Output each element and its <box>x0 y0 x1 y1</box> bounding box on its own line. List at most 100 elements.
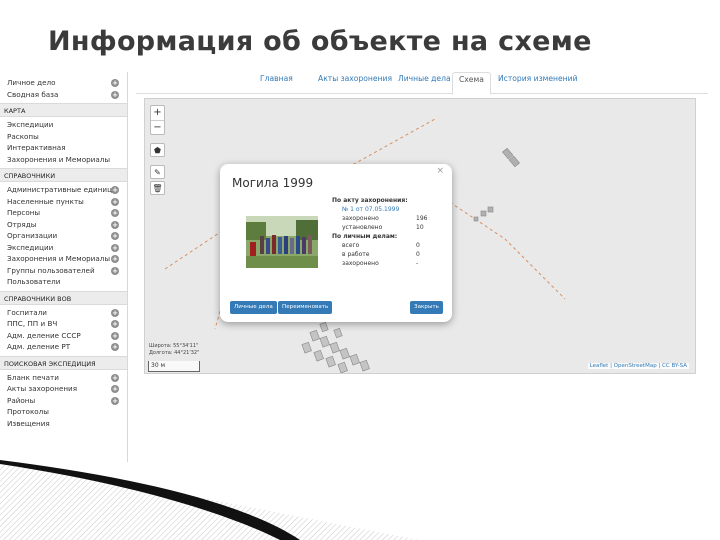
sidebar-item-burials[interactable]: Захоронения и Мемориалы <box>0 154 127 166</box>
info-label: установлено <box>342 224 383 231</box>
info-row: в работе 0 <box>332 250 444 259</box>
grave-markers <box>301 321 370 373</box>
sidebar-item-label: Административные единицы <box>7 185 118 194</box>
sidebar-item-label: Районы <box>7 395 36 405</box>
edit-icon[interactable]: ✎ <box>150 165 165 179</box>
slide-decoration <box>0 460 420 540</box>
sidebar-item-burial-acts[interactable]: Акты захоронения + <box>0 383 127 395</box>
plus-icon[interactable]: + <box>111 220 119 229</box>
close-button[interactable]: Закрыть <box>410 301 443 314</box>
grave-info: По акту захоронения: № 1 от 07.05.1999 з… <box>332 196 444 268</box>
tab-bar: Главная Акты захоронения Личные дела Схе… <box>136 72 708 95</box>
act-link[interactable]: № 1 от 07.05.1999 <box>332 205 444 214</box>
info-value: 196 <box>416 215 428 222</box>
sidebar-item-label: Бланк печати <box>7 372 59 382</box>
sidebar-item-label: Захоронения и Мемориалы <box>7 254 111 263</box>
sidebar-item-expeditions[interactable]: Экспедиции <box>0 119 127 131</box>
sidebar-item-label: Организации <box>7 231 58 240</box>
sidebar-item-label: Госпитали <box>7 307 47 317</box>
sidebar-item-label: ППС, ПП и ВЧ <box>7 319 58 328</box>
sidebar-item-protocols[interactable]: Протоколы <box>0 406 127 418</box>
sidebar-item-users[interactable]: Пользователи <box>0 276 127 288</box>
sidebar-item-interactive[interactable]: Интерактивная <box>0 142 127 154</box>
info-value: 0 <box>416 242 420 249</box>
tab-personal-files[interactable]: Личные дела <box>392 72 457 94</box>
grave-markers <box>473 147 520 222</box>
sidebar-item-label: Адм. деление РТ <box>7 342 71 351</box>
sidebar-item-label: Экспедиции <box>7 242 54 252</box>
longitude-readout: Долгота: 44°21'32" <box>149 350 200 356</box>
sidebar-item-organizations[interactable]: Организации + <box>0 230 127 242</box>
draw-polygon-icon[interactable]: ⬟ <box>150 143 165 157</box>
sidebar-section-map: КАРТА <box>0 103 127 117</box>
personal-files-button[interactable]: Личные дела <box>230 301 277 314</box>
info-label: захоронено <box>342 260 379 267</box>
sidebar-item-districts[interactable]: Районы + <box>0 395 127 407</box>
sidebar-item-print-form[interactable]: Бланк печати + <box>0 372 127 384</box>
trash-icon[interactable]: 🗑 <box>150 181 165 195</box>
sidebar-item-rt-division[interactable]: Адм. деление РТ + <box>0 341 127 353</box>
boundary-line <box>444 198 566 300</box>
sidebar-item-expeditions-ref[interactable]: Экспедиции + <box>0 242 127 254</box>
sidebar-item-squads[interactable]: Отряды + <box>0 219 127 231</box>
coordinates-readout: Широта: 55°34'11" Долгота: 44°21'32" <box>149 343 199 357</box>
sidebar-section-wwii-references: СПРАВОЧНИКИ ВОВ <box>0 290 127 305</box>
sidebar-item-label: Отряды <box>7 219 37 229</box>
info-label: всего <box>342 242 360 249</box>
sidebar-item-personal-file[interactable]: Личное дело + <box>0 77 127 89</box>
info-value: - <box>416 260 419 267</box>
sidebar-item-military-units[interactable]: ППС, ПП и ВЧ + <box>0 318 127 330</box>
plus-icon[interactable]: + <box>111 197 119 206</box>
plus-icon[interactable]: + <box>111 343 119 351</box>
sidebar-section-search-expedition: ПОИСКОВАЯ ЭКСПЕДИЦИЯ <box>0 355 127 370</box>
plus-icon[interactable]: + <box>111 320 119 328</box>
grave-photo <box>246 216 318 268</box>
plus-icon[interactable]: + <box>111 209 119 217</box>
scale-bar: 30 м <box>148 361 200 372</box>
info-row: установлено 10 <box>332 223 444 232</box>
sidebar-item-label: Группы пользователей <box>7 265 95 275</box>
plus-icon[interactable]: + <box>111 396 119 405</box>
info-label: в работе <box>342 251 370 258</box>
plus-icon[interactable]: + <box>111 186 119 194</box>
sidebar-item-settlements[interactable]: Населенные пункты + <box>0 196 127 208</box>
latitude-readout: Широта: 55°34'11" <box>149 343 199 349</box>
plus-icon[interactable]: + <box>111 255 119 263</box>
plus-icon[interactable]: + <box>111 232 119 240</box>
plus-icon[interactable]: + <box>111 243 119 252</box>
plus-icon[interactable]: + <box>111 385 119 393</box>
close-icon[interactable]: × <box>436 166 444 176</box>
map-attribution[interactable]: Leaflet | OpenStreetMap | CC BY-SA <box>587 363 689 369</box>
act-header: По акту захоронения: <box>332 197 408 204</box>
rename-button[interactable]: Переименовать <box>278 301 333 314</box>
sidebar-item-persons[interactable]: Персоны + <box>0 207 127 219</box>
sidebar-item-user-groups[interactable]: Группы пользователей + <box>0 265 127 277</box>
sidebar-item-admin-units[interactable]: Административные единицы + <box>0 184 127 196</box>
sidebar-item-label: Адм. деление СССР <box>7 330 81 340</box>
plus-icon[interactable]: + <box>111 79 119 87</box>
plus-icon[interactable]: + <box>111 266 119 275</box>
sidebar-item-summary-base[interactable]: Сводная база + <box>0 89 127 101</box>
sidebar-item-notices[interactable]: Извещения <box>0 418 127 430</box>
sidebar-item-burials-ref[interactable]: Захоронения и Мемориалы + <box>0 253 127 265</box>
sidebar-section-references: СПРАВОЧНИКИ <box>0 168 127 182</box>
plus-icon[interactable]: + <box>111 331 119 340</box>
sidebar-item-label: Сводная база <box>7 89 59 99</box>
info-value: 0 <box>416 251 420 258</box>
tab-burial-acts[interactable]: Акты захоронения <box>312 72 398 94</box>
tab-history[interactable]: История изменений <box>492 72 584 94</box>
sidebar-item-ussr-division[interactable]: Адм. деление СССР + <box>0 330 127 342</box>
zoom-control: + − <box>150 105 165 135</box>
info-label: захоронено <box>342 215 379 222</box>
sidebar-item-hospitals[interactable]: Госпитали + <box>0 307 127 319</box>
plus-icon[interactable]: + <box>111 90 119 99</box>
tab-home[interactable]: Главная <box>254 72 299 94</box>
files-header: По личным делам: <box>332 233 398 240</box>
zoom-in-button[interactable]: + <box>151 106 164 120</box>
plus-icon[interactable]: + <box>111 308 119 317</box>
sidebar-item-excavations[interactable]: Раскопы <box>0 131 127 143</box>
info-row: всего 0 <box>332 241 444 250</box>
plus-icon[interactable]: + <box>111 373 119 382</box>
zoom-out-button[interactable]: − <box>151 120 164 134</box>
tab-scheme[interactable]: Схема <box>452 72 491 95</box>
